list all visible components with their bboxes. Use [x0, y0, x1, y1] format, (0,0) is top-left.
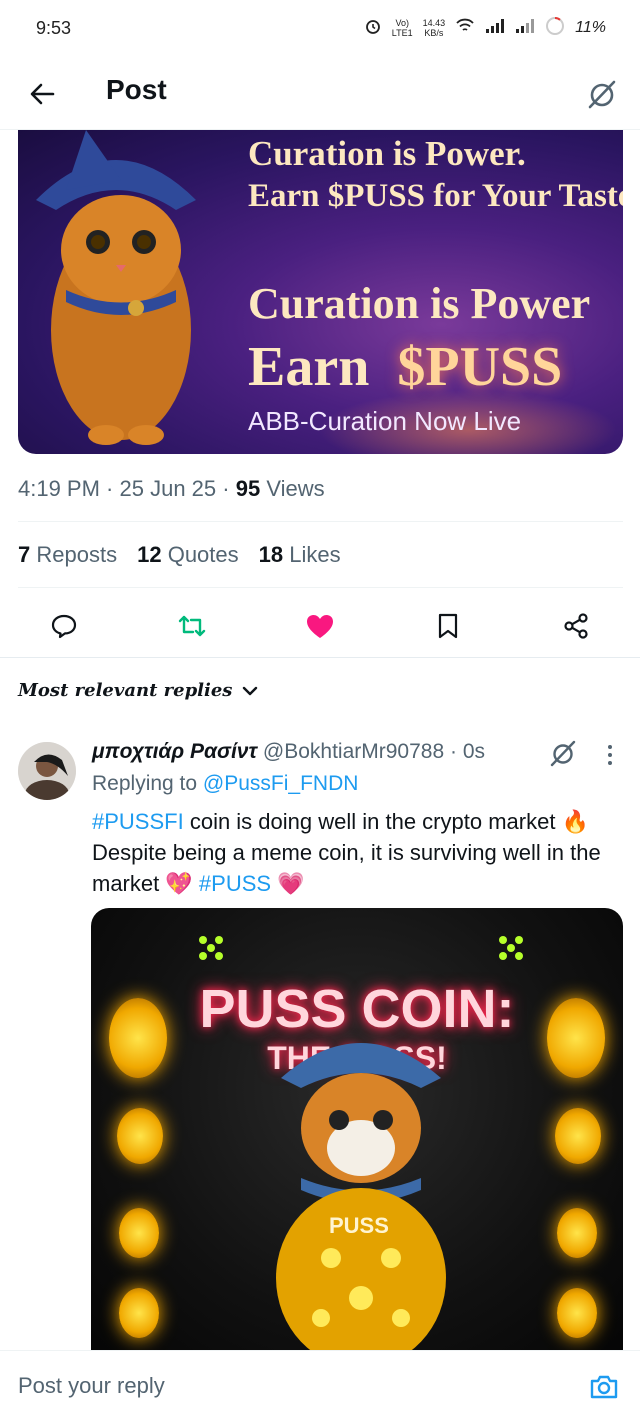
camera-button[interactable]	[588, 1371, 620, 1403]
more-options-button[interactable]	[600, 740, 620, 770]
banner-line-1: Curation is Power.	[248, 134, 526, 173]
comment-icon	[51, 614, 77, 639]
heart-icon	[307, 615, 333, 638]
camera-icon	[590, 1375, 618, 1399]
divider	[18, 521, 623, 522]
page-title: Post	[106, 74, 167, 105]
grok-icon	[588, 80, 616, 109]
more-vertical-icon	[608, 745, 612, 765]
post-image[interactable]: Curation is Power. Earn $PUSS for Your T…	[18, 130, 623, 454]
status-time: 9:53	[36, 18, 72, 38]
post-meta: 4:19 PM · 25 Jun 25 · 95 Views	[18, 476, 325, 501]
reply-time: 0s	[462, 740, 485, 763]
reposts-stat[interactable]: 7 Reposts	[18, 542, 117, 568]
reply-button[interactable]	[44, 606, 84, 646]
arrow-left-icon	[30, 83, 55, 105]
banner-line-3: Curation is Power	[248, 279, 591, 328]
replying-to: Replying to @PussFi_FNDN	[92, 772, 359, 795]
bookmark-icon	[438, 613, 458, 639]
reply-composer	[0, 1350, 640, 1422]
reply-author-handle[interactable]: @BokhtiarMr90788	[263, 740, 444, 763]
replies-sort-label: Most relevant replies	[18, 680, 233, 701]
post-actions	[0, 600, 640, 656]
sparkling-heart-emoji: 💖	[165, 871, 193, 896]
banner-line-5: ABB-Curation Now Live	[248, 406, 522, 436]
quotes-stat[interactable]: 12 Quotes	[137, 542, 239, 568]
dice-icon	[199, 936, 223, 960]
like-button[interactable]	[300, 606, 340, 646]
signal-icon-2	[515, 18, 535, 37]
hashtag-link[interactable]: #PUSSFI	[92, 809, 184, 834]
reply-grok-button[interactable]	[548, 738, 578, 768]
divider	[18, 587, 623, 588]
share-icon	[564, 613, 588, 639]
repost-icon	[178, 615, 206, 637]
alarm-icon	[364, 17, 382, 38]
views-count: 95	[235, 476, 261, 501]
puss-badge: PUSS	[329, 1213, 389, 1238]
dice-icon	[499, 936, 523, 960]
wifi-icon	[455, 18, 475, 37]
views-label: Views	[266, 476, 325, 501]
divider	[0, 657, 640, 658]
signal-icon	[485, 18, 505, 37]
replying-to-link[interactable]: @PussFi_FNDN	[203, 772, 359, 795]
coin-cat-illustration	[276, 1043, 446, 1358]
wizard-cat-illustration	[36, 130, 196, 445]
battery-level: 11%	[575, 18, 606, 36]
repost-button[interactable]	[172, 606, 212, 646]
reply-input[interactable]	[18, 1373, 558, 1399]
back-button[interactable]	[24, 76, 60, 112]
grok-icon	[550, 740, 576, 767]
bookmark-button[interactable]	[428, 606, 468, 646]
post-date: 25 Jun 25	[119, 476, 217, 501]
status-icons: Vo) LTE1 14.43 KB/s 11%	[364, 16, 606, 39]
hashtag-link[interactable]: #PUSS	[199, 871, 271, 896]
grok-button[interactable]	[582, 74, 622, 114]
reply-header: μποχτιάρ Ρασίντ @BokhtiarMr90788 · 0s	[92, 740, 485, 763]
reply-author-name[interactable]: μποχτιάρ Ρασίντ	[92, 740, 257, 763]
growing-heart-emoji: 💗	[277, 871, 305, 896]
network-speed: 14.43 KB/s	[422, 17, 446, 38]
battery-icon	[545, 16, 565, 39]
top-app-bar: Post	[0, 60, 640, 130]
fire-emoji: 🔥	[561, 809, 589, 834]
likes-stat[interactable]: 18 Likes	[259, 542, 341, 568]
reply-body: #PUSSFI coin is doing well in the crypto…	[92, 809, 601, 896]
chevron-down-icon	[243, 686, 258, 695]
reply-image[interactable]: PUSS COIN: THE F OSS! PUSS	[91, 908, 623, 1358]
replies-sort-dropdown[interactable]: Most relevant replies	[18, 680, 258, 701]
avatar[interactable]	[18, 742, 76, 800]
share-button[interactable]	[556, 606, 596, 646]
banner-line-2: Earn $PUSS for Your Taste	[248, 178, 623, 214]
status-bar: 9:53 Vo) LTE1 14.43 KB/s 11%	[0, 0, 640, 60]
post-stats: 7 Reposts 12 Quotes 18 Likes	[18, 542, 341, 568]
banner-line-4: Earn $PUSS	[248, 336, 563, 398]
post-time: 4:19 PM	[18, 476, 100, 501]
network-type: Vo) LTE1	[391, 17, 413, 38]
